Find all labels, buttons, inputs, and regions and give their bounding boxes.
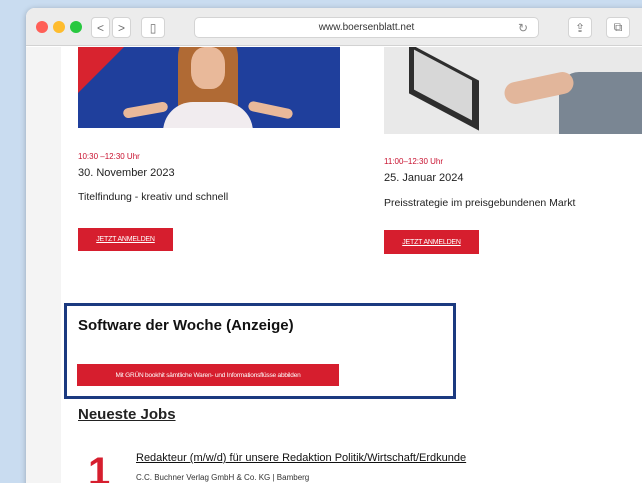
- share-icon[interactable]: ⇪: [568, 17, 592, 38]
- browser-toolbar: < > ▯ www.boersenblatt.net ↻ ⇪ ⧉: [26, 8, 642, 46]
- page-column: 10:30 –12:30 Uhr 30. November 2023 Titel…: [61, 47, 642, 483]
- forward-icon[interactable]: >: [112, 17, 131, 38]
- event-image-2[interactable]: [384, 47, 642, 134]
- image-person-face: [191, 47, 225, 89]
- event-date: 30. November 2023: [78, 167, 175, 179]
- register-button[interactable]: JETZT ANMELDEN: [78, 228, 173, 251]
- browser-window: < > ▯ www.boersenblatt.net ↻ ⇪ ⧉ 10:30 –…: [26, 8, 642, 483]
- reload-icon[interactable]: ↻: [518, 21, 528, 35]
- back-icon[interactable]: <: [91, 17, 110, 38]
- address-bar[interactable]: www.boersenblatt.net ↻: [194, 17, 539, 38]
- job-title-link[interactable]: Redakteur (m/w/d) für unsere Redaktion P…: [136, 452, 466, 464]
- tabs-overview-icon[interactable]: ⧉: [606, 17, 630, 38]
- software-ad-box: Software der Woche (Anzeige) Mit GRÜN bo…: [64, 303, 456, 399]
- minimize-window-button[interactable]: [53, 21, 65, 33]
- event-image-1[interactable]: [78, 47, 340, 128]
- jobs-heading[interactable]: Neueste Jobs: [78, 406, 176, 423]
- job-rank-number: 1: [88, 450, 111, 483]
- web-content: 10:30 –12:30 Uhr 30. November 2023 Titel…: [26, 47, 642, 483]
- event-title[interactable]: Titelfindung - kreativ und schnell: [78, 191, 228, 203]
- event-time: 11:00–12:30 Uhr: [384, 157, 444, 166]
- image-person-arm-right: [247, 100, 294, 120]
- event-title[interactable]: Preisstrategie im preisgebundenen Markt: [384, 197, 575, 209]
- image-person-arm-left: [122, 101, 169, 119]
- register-button[interactable]: JETZT ANMELDEN: [384, 230, 479, 254]
- zoom-window-button[interactable]: [70, 21, 82, 33]
- software-ad-button[interactable]: Mit GRÜN bookhit sämtliche Waren- und In…: [77, 364, 339, 386]
- red-corner-decoration: [78, 47, 124, 93]
- close-window-button[interactable]: [36, 21, 48, 33]
- address-bar-url: www.boersenblatt.net: [318, 22, 415, 33]
- event-time: 10:30 –12:30 Uhr: [78, 152, 140, 161]
- sidebar-icon[interactable]: ▯: [141, 17, 165, 38]
- event-date: 25. Januar 2024: [384, 172, 464, 184]
- image-person-shirt: [163, 102, 253, 128]
- job-company: C.C. Buchner Verlag GmbH & Co. KG | Bamb…: [136, 473, 310, 482]
- software-heading: Software der Woche (Anzeige): [78, 317, 294, 334]
